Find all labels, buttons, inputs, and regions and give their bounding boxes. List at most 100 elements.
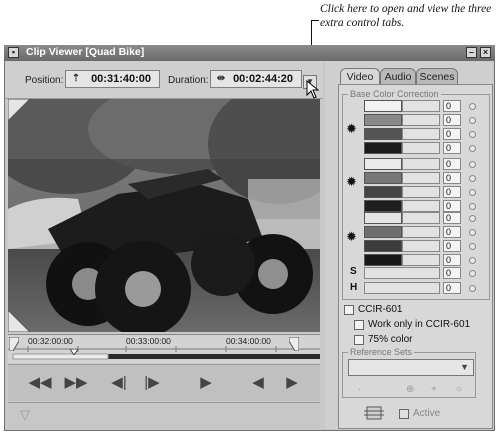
value-field[interactable]: 0 <box>443 158 461 170</box>
position-field[interactable]: ⇡ 00:31:40:00 <box>65 70 160 88</box>
in-point-marker-icon[interactable] <box>9 337 19 351</box>
slider-track[interactable] <box>402 226 440 238</box>
slider-track[interactable] <box>402 200 440 212</box>
play-button[interactable]: ▶ <box>196 373 216 393</box>
out-point-marker-icon[interactable] <box>289 337 299 351</box>
ref-plus-icon[interactable]: + <box>431 384 437 395</box>
slider-track[interactable] <box>402 240 440 252</box>
work-only-ccir-label: Work only in CCIR-601 <box>368 319 471 330</box>
slider-track[interactable] <box>402 172 440 184</box>
slider-track[interactable] <box>402 142 440 154</box>
value-field[interactable]: 0 <box>443 186 461 198</box>
slider-track[interactable] <box>402 158 440 170</box>
reset-dot[interactable] <box>469 270 476 277</box>
ref-reset-icon[interactable]: ○ <box>456 384 462 395</box>
value-field[interactable]: 0 <box>443 240 461 252</box>
timeline-track <box>8 346 320 360</box>
apply-effect-icon[interactable] <box>364 405 384 421</box>
color-swatch <box>364 200 402 212</box>
mark-in-button[interactable]: ◀ <box>248 373 268 393</box>
tab-scenes[interactable]: Scenes <box>416 68 458 84</box>
color-correction-legend: Base Color Correction <box>348 89 441 99</box>
tab-audio[interactable]: Audio <box>380 68 416 84</box>
reset-dot[interactable] <box>469 229 476 236</box>
value-field[interactable]: 0 <box>443 267 461 279</box>
reset-dot[interactable] <box>469 175 476 182</box>
value-field[interactable]: 0 <box>443 226 461 238</box>
value-field[interactable]: 0 <box>443 254 461 266</box>
reset-dot[interactable] <box>469 103 476 110</box>
reset-dot[interactable] <box>469 161 476 168</box>
color-swatch <box>364 128 402 140</box>
position-value: 00:31:40:00 <box>91 73 151 85</box>
tab-video[interactable]: Video <box>340 68 380 84</box>
value-field[interactable]: 0 <box>443 282 461 294</box>
window-menu-icon[interactable]: ▪ <box>8 47 19 58</box>
reset-dot[interactable] <box>469 215 476 222</box>
reset-dot[interactable] <box>469 285 476 292</box>
video-preview[interactable] <box>8 99 320 332</box>
75-percent-color-checkbox[interactable] <box>354 335 364 345</box>
reset-dot[interactable] <box>469 131 476 138</box>
reset-dot[interactable] <box>469 203 476 210</box>
slider-track[interactable] <box>402 114 440 126</box>
reset-dot[interactable] <box>469 257 476 264</box>
hue-slider[interactable] <box>364 282 440 294</box>
ref-delete-icon[interactable]: · <box>358 384 361 395</box>
transport-controls: ◀◀ ▶▶ ◀| |▶ ▶ ◀ ▶ <box>8 364 320 401</box>
reset-dot[interactable] <box>469 145 476 152</box>
mouse-cursor-icon <box>306 80 320 99</box>
contrast-icon: ✹ <box>346 174 357 189</box>
fast-forward-button[interactable]: ▶▶ <box>64 373 88 393</box>
value-field[interactable]: 0 <box>443 172 461 184</box>
slider-track[interactable] <box>402 128 440 140</box>
color-swatch <box>364 100 402 112</box>
color-swatch <box>364 254 402 266</box>
reset-dot[interactable] <box>469 189 476 196</box>
75-percent-color-label: 75% color <box>368 334 413 345</box>
gamma-icon: ✹ <box>346 229 357 244</box>
playhead-icon[interactable] <box>70 349 78 355</box>
value-field[interactable]: 0 <box>443 128 461 140</box>
minimize-icon[interactable]: – <box>466 47 477 58</box>
value-field[interactable]: 0 <box>443 200 461 212</box>
slider-track[interactable] <box>402 186 440 198</box>
slider-track[interactable] <box>402 212 440 224</box>
color-swatch <box>364 186 402 198</box>
timecode-toolbar: Position: ⇡ 00:31:40:00 Duration: ⇹ 00:0… <box>5 61 323 99</box>
title-bar[interactable]: Clip Viewer [Quad Bike] ▪ – × <box>4 45 495 61</box>
slider-track[interactable] <box>402 100 440 112</box>
callout-text: Click here to open and view the three ex… <box>320 3 492 29</box>
reference-sets-legend: Reference Sets <box>348 347 415 357</box>
reset-dot[interactable] <box>469 117 476 124</box>
timeline-marker: 00:33:00:00 <box>126 336 171 346</box>
slider-track[interactable] <box>402 254 440 266</box>
options-arrow-icon[interactable]: ▽ <box>20 407 30 423</box>
timeline-ruler[interactable]: 00:32:00:00 00:33:00:00 00:34:00:00 <box>8 334 320 363</box>
value-field[interactable]: 0 <box>443 114 461 126</box>
timeline-marker: 00:32:00:00 <box>28 336 73 346</box>
work-only-ccir-checkbox[interactable] <box>354 320 364 330</box>
value-field[interactable]: 0 <box>443 100 461 112</box>
step-back-button[interactable]: ◀| <box>108 373 130 393</box>
reference-sets-dropdown[interactable]: ▼ <box>348 359 474 376</box>
color-swatch <box>364 142 402 154</box>
step-forward-button[interactable]: |▶ <box>141 373 163 393</box>
ccir-601-checkbox[interactable] <box>344 305 354 315</box>
mark-out-button[interactable]: ▶ <box>282 373 302 393</box>
timeline-marker: 00:34:00:00 <box>226 336 271 346</box>
value-field[interactable]: 0 <box>443 142 461 154</box>
chevron-down-icon: ▼ <box>460 362 469 372</box>
rewind-button[interactable]: ◀◀ <box>28 373 52 393</box>
position-icon: ⇡ <box>71 73 81 84</box>
color-swatch <box>364 226 402 238</box>
brightness-icon: ✹ <box>346 121 357 136</box>
ref-add-icon[interactable]: ⊕ <box>406 384 414 395</box>
window-title: Clip Viewer [Quad Bike] <box>26 46 145 58</box>
saturation-slider[interactable] <box>364 267 440 279</box>
value-field[interactable]: 0 <box>443 212 461 224</box>
active-checkbox[interactable] <box>399 409 409 419</box>
reset-dot[interactable] <box>469 243 476 250</box>
duration-field[interactable]: ⇹ 00:02:44:20 <box>210 70 302 88</box>
close-icon[interactable]: × <box>480 47 491 58</box>
